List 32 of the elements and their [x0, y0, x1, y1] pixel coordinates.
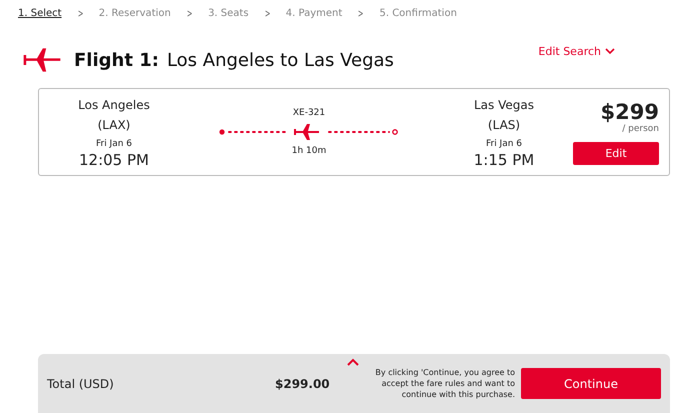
airplane-icon: [22, 47, 62, 73]
total-label: Total (USD): [47, 376, 115, 390]
origin-code: (LAX): [98, 117, 130, 134]
chevron-separator: >: [186, 7, 192, 20]
total-amount: $299.00: [275, 376, 331, 390]
step-link[interactable]: 4. Payment: [286, 8, 342, 19]
flight-duration: 1h 10m: [292, 146, 326, 156]
step-link[interactable]: 3. Seats: [208, 8, 249, 19]
caret-up-icon[interactable]: [347, 358, 359, 366]
price: $299: [600, 100, 659, 124]
arrival-time: 1:15 PM: [474, 151, 534, 169]
destination-city: Las Vegas: [474, 97, 534, 114]
step-link[interactable]: 1. Select: [18, 8, 62, 19]
route-title: Los Angeles to Las Vegas: [166, 50, 394, 70]
departure-date: Fri Jan 6: [96, 139, 132, 149]
chevron-separator: >: [77, 7, 83, 20]
chevron-down-icon: [605, 48, 615, 54]
chevron-separator: >: [358, 7, 364, 20]
terms-notice: By clicking 'Continue, you agree to accept the fare rules and want to continue with this purchase.: [375, 367, 515, 400]
edit-search-link[interactable]: Edit Search: [538, 44, 615, 58]
chevron-separator: >: [264, 7, 270, 20]
continue-button[interactable]: Continue: [521, 368, 661, 399]
per-person-label: / person: [622, 124, 659, 134]
origin-city: Los Angeles: [78, 97, 150, 114]
step-link[interactable]: 2. Reservation: [98, 8, 171, 19]
edit-button[interactable]: Edit: [573, 142, 659, 164]
flight-label: Flight 1:: [74, 50, 159, 70]
departure-time: 12:05 PM: [79, 151, 149, 169]
step-link[interactable]: 5. Confirmation: [379, 8, 457, 19]
flight-number: XE-321: [292, 108, 326, 118]
destination-code: (LAS): [488, 117, 520, 134]
arrival-date: Fri Jan 6: [486, 139, 522, 149]
